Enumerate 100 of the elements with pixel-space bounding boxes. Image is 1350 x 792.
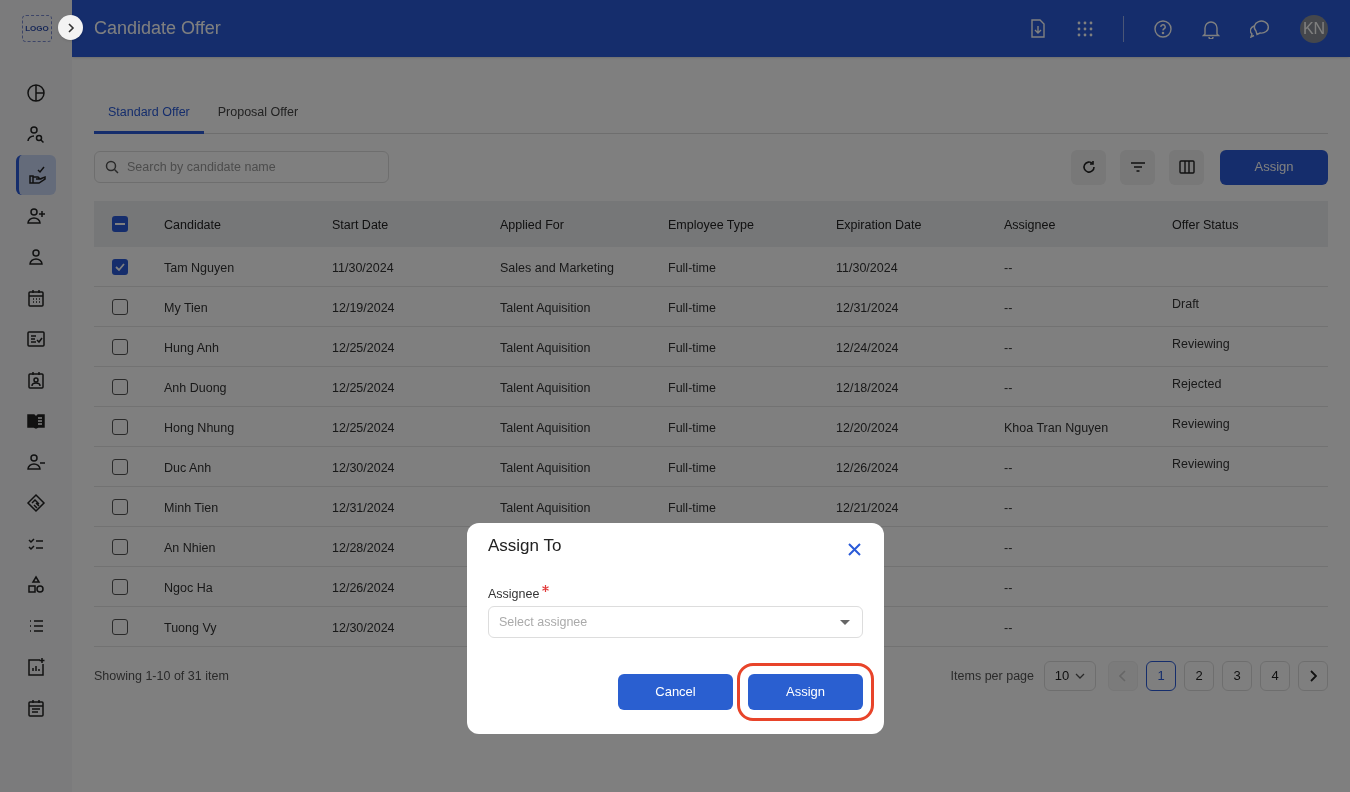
table-cell: -- <box>1004 340 1013 355</box>
table-cell: Full-time <box>668 460 716 475</box>
person-search-icon <box>26 124 46 144</box>
checklist-card-icon <box>26 329 46 349</box>
person-icon <box>26 247 46 267</box>
checkbox[interactable] <box>112 298 128 315</box>
contact-card-icon <box>26 370 46 390</box>
close-icon[interactable] <box>848 542 861 556</box>
checkbox[interactable] <box>112 338 128 355</box>
calendar-icon <box>26 288 46 308</box>
table-cell: Full-time <box>668 420 716 435</box>
page-button[interactable]: 3 <box>1222 661 1252 691</box>
tab[interactable]: Proposal Offer <box>203 93 313 134</box>
checkbox[interactable] <box>112 498 128 515</box>
chat-icon[interactable] <box>1250 19 1270 38</box>
columns-button[interactable] <box>1169 149 1204 185</box>
filter-icon <box>1130 162 1145 172</box>
table-cell: Rejected <box>1172 376 1222 391</box>
table-cell: Full-time <box>668 380 716 395</box>
checkbox[interactable] <box>112 216 128 232</box>
table-cell: -- <box>1004 500 1013 515</box>
table-cell: Tuong Vy <box>164 620 217 635</box>
checkbox[interactable] <box>112 618 128 635</box>
minus-icon <box>115 223 125 225</box>
assign-button[interactable]: Assign <box>748 674 863 710</box>
column-header: Assignee <box>1004 218 1056 232</box>
checkbox[interactable] <box>112 378 128 395</box>
items-per-page-select[interactable]: 10 <box>1044 661 1096 691</box>
table-cell: Khoa Tran Nguyen <box>1004 420 1109 435</box>
apps-grid-icon[interactable] <box>1077 20 1093 37</box>
table-cell: -- <box>1004 580 1013 595</box>
cancel-button[interactable]: Cancel <box>618 674 733 710</box>
table-cell: 12/20/2024 <box>836 420 899 435</box>
table-cell: Talent Aquisition <box>500 420 591 435</box>
table-cell: 12/26/2024 <box>332 580 395 595</box>
filter-button[interactable] <box>1120 149 1155 185</box>
assignee-select[interactable]: Select assignee <box>488 606 863 638</box>
shapes-icon <box>26 575 46 595</box>
table-cell: Reviewing <box>1172 456 1230 471</box>
help-icon[interactable] <box>1154 19 1172 38</box>
checkbox[interactable] <box>112 578 128 595</box>
table-cell: 12/30/2024 <box>332 620 395 635</box>
table-cell: -- <box>1004 460 1013 475</box>
calendar-note-icon <box>26 698 46 718</box>
collapse-button[interactable] <box>58 15 83 40</box>
pie-chart-icon <box>26 83 46 103</box>
table-cell: Hung Anh <box>164 340 219 355</box>
dropdown-caret-icon <box>840 620 850 625</box>
column-header: Expiration Date <box>836 218 922 232</box>
field-label: Assignee <box>488 586 540 603</box>
table-cell: Duc Anh <box>164 460 212 475</box>
page-button[interactable]: 1 <box>1146 661 1176 691</box>
table-cell: Sales and Marketing <box>500 260 614 275</box>
column-header: Offer Status <box>1172 218 1239 232</box>
assign-button[interactable]: Assign <box>1220 149 1328 185</box>
dialog-title: Assign To <box>488 535 562 558</box>
page-button[interactable]: 2 <box>1184 661 1214 691</box>
table-cell: -- <box>1004 260 1013 275</box>
chevron-right-icon <box>1309 670 1317 682</box>
table-cell: Hong Nhung <box>164 420 235 435</box>
table-cell: Tam Nguyen <box>164 260 235 275</box>
items-per-page-label: Items per page <box>950 667 1034 685</box>
refresh-icon <box>1081 160 1096 174</box>
table-cell: Reviewing <box>1172 416 1230 431</box>
table-cell: Talent Aquisition <box>500 460 591 475</box>
file-download-icon[interactable] <box>1029 18 1047 39</box>
checkbox[interactable] <box>112 418 128 435</box>
book-icon <box>26 411 46 431</box>
table-cell: 12/25/2024 <box>332 340 395 355</box>
column-header: Candidate <box>164 218 221 232</box>
table-cell: 12/30/2024 <box>332 460 395 475</box>
table-cell: -- <box>1004 300 1013 315</box>
search-icon <box>105 160 119 174</box>
checkbox[interactable] <box>112 538 128 555</box>
logo: LOGO <box>22 15 52 42</box>
person-add-icon <box>26 206 46 226</box>
checkbox[interactable] <box>112 458 128 475</box>
table-cell: 12/24/2024 <box>836 340 899 355</box>
chevron-down-icon <box>1075 673 1086 679</box>
sidebar-item[interactable] <box>16 155 56 195</box>
refresh-button[interactable] <box>1071 149 1106 185</box>
tab[interactable]: Standard Offer <box>94 93 204 134</box>
table-cell: An Nhien <box>164 540 216 555</box>
bell-icon[interactable] <box>1202 18 1220 39</box>
checkbox[interactable] <box>112 258 128 275</box>
table-cell: 11/30/2024 <box>836 260 898 275</box>
table-cell: 11/30/2024 <box>332 260 394 275</box>
table-cell: Talent Aquisition <box>500 500 591 515</box>
result-count: Showing 1-10 of 31 item <box>94 667 229 685</box>
table-cell: Draft <box>1172 296 1200 311</box>
table-cell: Full-time <box>668 500 716 515</box>
hand-check-icon <box>27 165 48 185</box>
column-header: Applied For <box>500 218 564 232</box>
table-cell: My Tien <box>164 300 208 315</box>
column-header: Employee Type <box>668 218 754 232</box>
table-cell: Minh Tien <box>164 500 219 515</box>
table-cell: 12/26/2024 <box>836 460 899 475</box>
table-cell: 12/25/2024 <box>332 380 395 395</box>
next-page-button[interactable] <box>1298 661 1328 691</box>
page-button[interactable]: 4 <box>1260 661 1290 691</box>
